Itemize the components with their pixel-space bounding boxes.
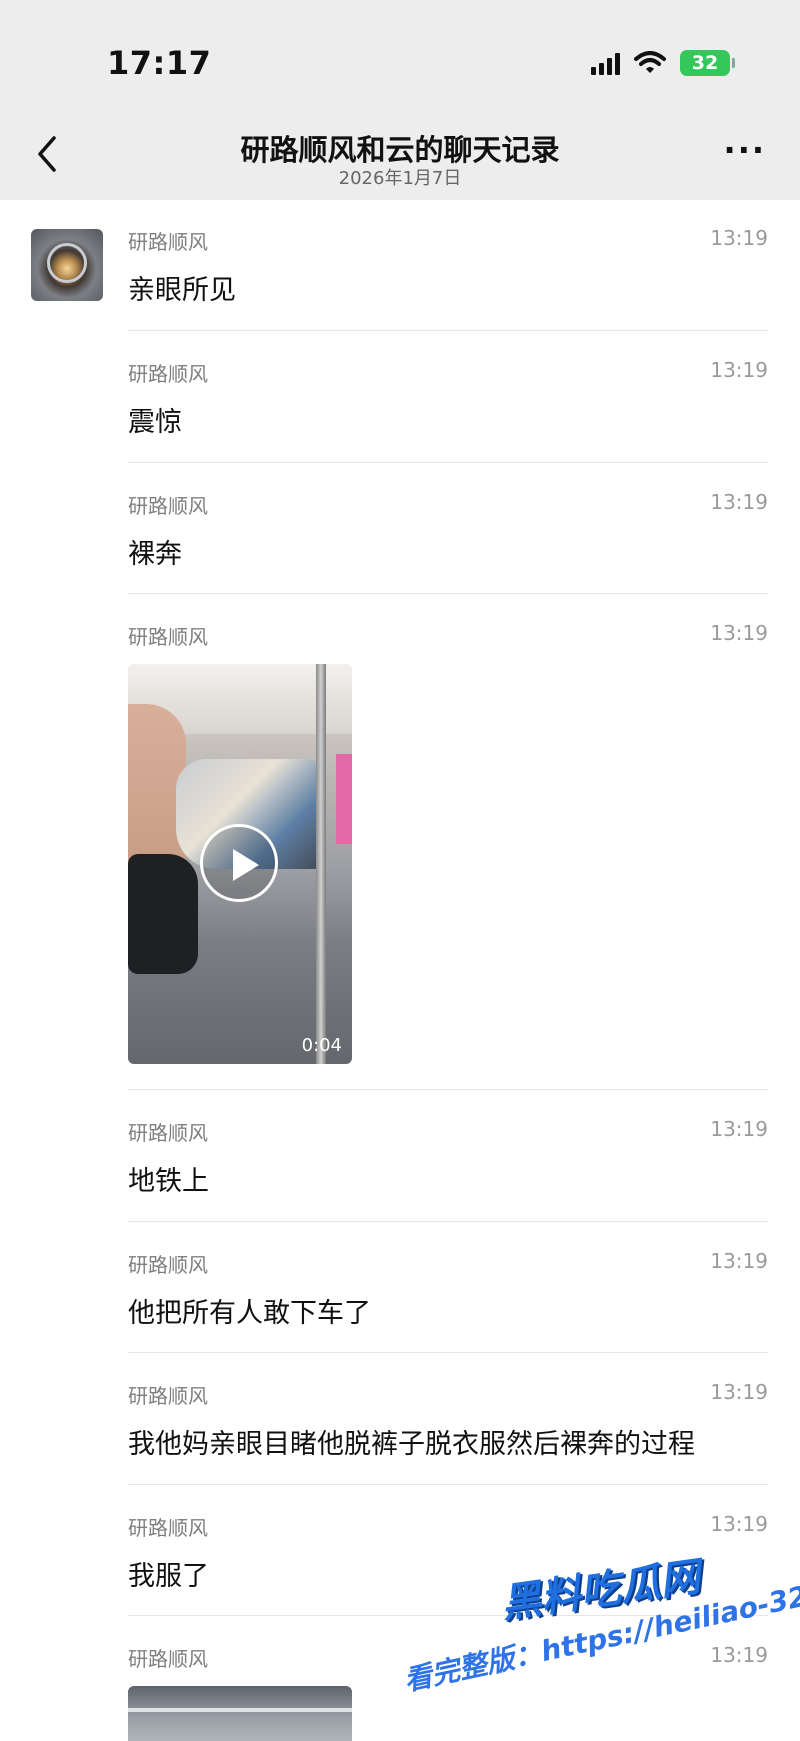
sender-name: 研路顺风 bbox=[128, 1516, 208, 1540]
message-time: 13:19 bbox=[710, 226, 768, 250]
message-time: 13:19 bbox=[710, 1643, 768, 1667]
message-time: 13:19 bbox=[710, 1249, 768, 1273]
page-date: 2026年1月7日 bbox=[338, 168, 462, 189]
sender-name: 研路顺风 bbox=[128, 1253, 208, 1277]
list-item: 研路顺风 13:19 我他妈亲眼目睹他脱裤子脱衣服然后裸奔的过程 bbox=[128, 1380, 768, 1460]
battery-level: 32 bbox=[691, 52, 719, 74]
message-text[interactable]: 亲眼所见 bbox=[128, 268, 236, 307]
message-text[interactable]: 我他妈亲眼目睹他脱裤子脱衣服然后裸奔的过程 bbox=[128, 1422, 695, 1461]
divider bbox=[128, 1352, 768, 1353]
list-item: 研路顺风 13:19 亲眼所见 bbox=[128, 226, 768, 306]
divider bbox=[128, 462, 768, 463]
divider bbox=[128, 330, 768, 331]
sender-name: 研路顺风 bbox=[128, 625, 208, 649]
sender-name: 研路顺风 bbox=[128, 230, 208, 254]
list-item: 研路顺风 13:19 0:04 bbox=[128, 621, 768, 1071]
avatar[interactable] bbox=[31, 229, 103, 301]
list-item: 研路顺风 13:19 地铁上 bbox=[128, 1117, 768, 1197]
message-text[interactable]: 裸奔 bbox=[128, 532, 182, 571]
list-item: 研路顺风 13:19 震惊 bbox=[128, 358, 768, 438]
divider bbox=[128, 1484, 768, 1485]
message-text[interactable]: 他把所有人敢下车了 bbox=[128, 1291, 371, 1330]
battery-icon: 32 bbox=[680, 50, 735, 76]
wifi-icon bbox=[634, 51, 666, 73]
list-item: 研路顺风 13:19 他把所有人敢下车了 bbox=[128, 1249, 768, 1329]
divider bbox=[128, 1089, 768, 1090]
message-time: 13:19 bbox=[710, 1380, 768, 1404]
page-title: 研路顺风和云的聊天记录 bbox=[240, 133, 560, 167]
video-duration: 0:04 bbox=[301, 1035, 342, 1056]
message-time: 13:19 bbox=[710, 1117, 768, 1141]
message-time: 13:19 bbox=[710, 621, 768, 645]
divider bbox=[128, 1221, 768, 1222]
status-time: 17:17 bbox=[107, 44, 212, 82]
play-icon[interactable] bbox=[200, 824, 278, 902]
status-icons: 32 bbox=[591, 50, 735, 76]
cellular-signal-icon bbox=[591, 51, 620, 75]
sender-name: 研路顺风 bbox=[128, 362, 208, 386]
sender-name: 研路顺风 bbox=[128, 1647, 208, 1671]
message-text[interactable]: 震惊 bbox=[128, 400, 182, 439]
message-text[interactable]: 地铁上 bbox=[128, 1159, 209, 1198]
message-time: 13:19 bbox=[710, 490, 768, 514]
list-item: 研路顺风 13:19 裸奔 bbox=[128, 490, 768, 570]
message-text[interactable]: 我服了 bbox=[128, 1554, 209, 1593]
more-options-icon[interactable]: ··· bbox=[724, 134, 766, 166]
video-thumbnail[interactable] bbox=[128, 1686, 352, 1741]
top-bar: 17:17 32 研路顺风和云的聊天记录 2026年1月7日 ··· bbox=[0, 0, 800, 200]
message-time: 13:19 bbox=[710, 358, 768, 382]
video-thumbnail[interactable]: 0:04 bbox=[128, 664, 352, 1064]
sender-name: 研路顺风 bbox=[128, 494, 208, 518]
sender-name: 研路顺风 bbox=[128, 1384, 208, 1408]
divider bbox=[128, 593, 768, 594]
sender-name: 研路顺风 bbox=[128, 1121, 208, 1145]
message-time: 13:19 bbox=[710, 1512, 768, 1536]
